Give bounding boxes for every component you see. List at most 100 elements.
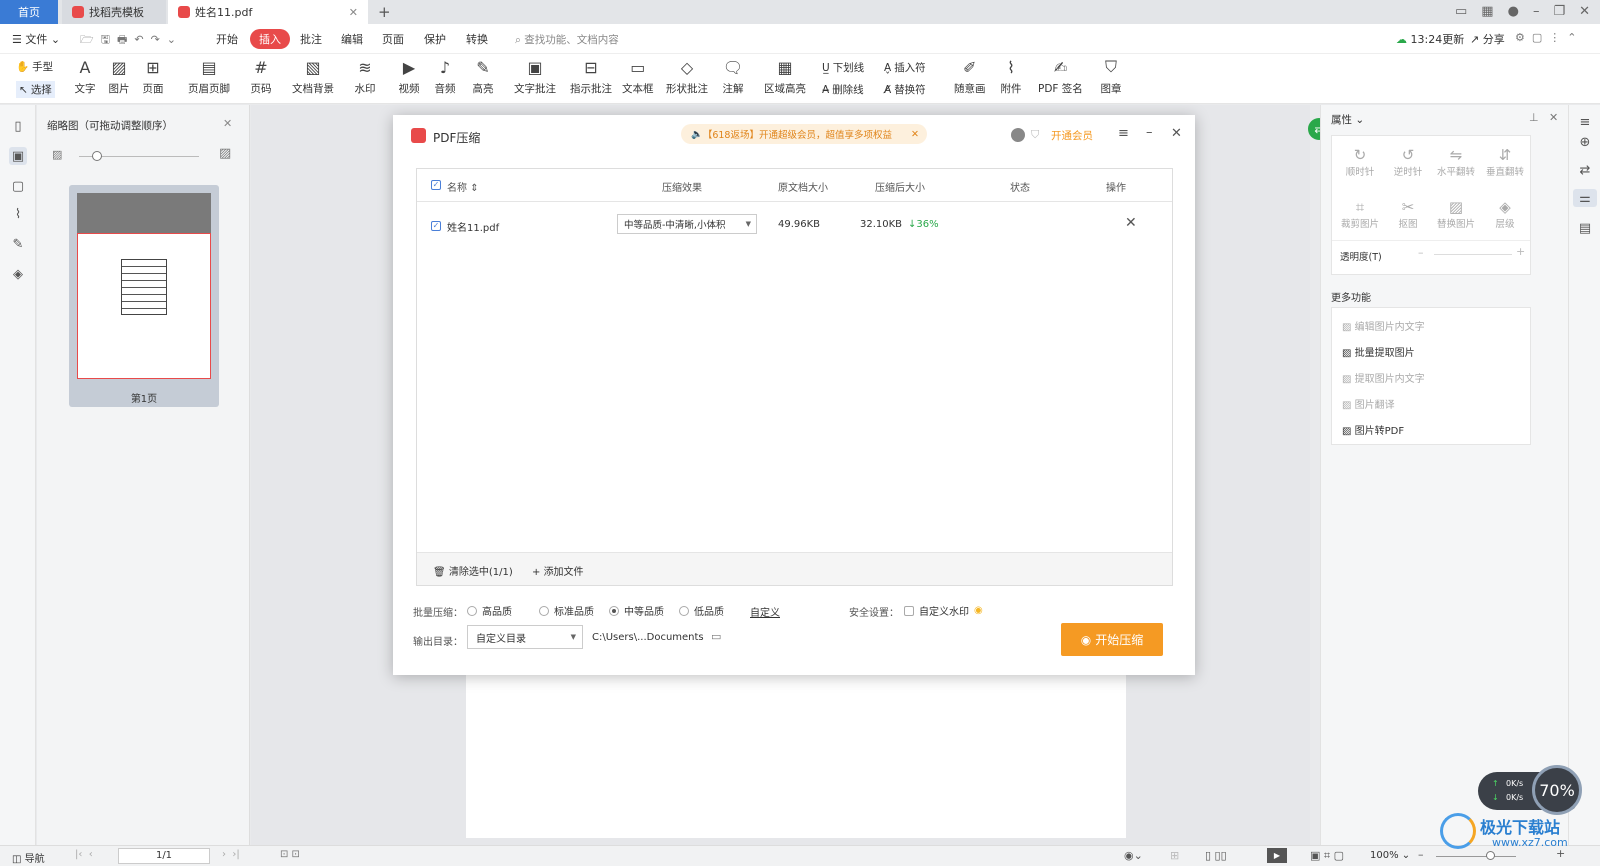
- underline-button[interactable]: U̲ 下划线: [822, 60, 864, 75]
- menu-lines-icon[interactable]: ≡: [1576, 113, 1594, 131]
- text-annotation-button[interactable]: ▣ 文字批注: [514, 56, 556, 96]
- user-avatar[interactable]: [1011, 128, 1025, 142]
- pin-icon[interactable]: ⊥: [1529, 111, 1539, 124]
- file-menu[interactable]: ☰ 文件 ⌄: [12, 31, 60, 47]
- translate-item[interactable]: ▨ 图片翻译: [1342, 396, 1395, 411]
- area-highlight-button[interactable]: ▦ 区域高亮: [764, 56, 806, 96]
- rotate-ccw-button[interactable]: ↺ 逆时针: [1386, 146, 1430, 178]
- hand-tool[interactable]: ✋ 手型: [16, 59, 53, 74]
- header-footer-button[interactable]: ▤ 页眉页脚: [188, 56, 230, 96]
- flip-vertical-button[interactable]: ⇵ 垂直翻转: [1482, 146, 1528, 178]
- close-panel-icon[interactable]: ✕: [223, 117, 232, 130]
- strikethrough-button[interactable]: A̶ 删除线: [822, 82, 864, 97]
- page-thumbnail[interactable]: 第1页: [69, 185, 219, 407]
- menu-edit[interactable]: 编辑: [341, 31, 363, 47]
- folder-icon[interactable]: ▭: [711, 630, 721, 643]
- audio-button[interactable]: ♪ 音频: [434, 56, 456, 96]
- insert-text-button[interactable]: A 文字: [74, 56, 96, 96]
- bookmark-icon[interactable]: ▯: [9, 117, 27, 135]
- opacity-slider[interactable]: [1434, 254, 1512, 255]
- new-tab-button[interactable]: +: [378, 3, 391, 21]
- settings-icons[interactable]: ⚙ ▢ ⋮ ⌃: [1515, 31, 1576, 44]
- promo-banner[interactable]: 🔈 【618返场】开通超级会员，超值享多项权益 ✕: [681, 124, 927, 144]
- menu-annotate[interactable]: 批注: [300, 31, 322, 47]
- avatar[interactable]: ●: [1508, 4, 1519, 19]
- radio-high[interactable]: 高品质: [467, 603, 512, 618]
- output-dir-select[interactable]: 自定义目录 ▼: [467, 625, 583, 649]
- col-name[interactable]: 名称 ⇕: [447, 179, 479, 194]
- attachment-icon[interactable]: ⌇: [9, 205, 27, 223]
- zoom-out-icon[interactable]: –: [1418, 848, 1424, 861]
- tab-templates[interactable]: 找稻壳模板: [62, 0, 166, 24]
- attachment-button[interactable]: ⌇ 附件: [1000, 56, 1022, 96]
- compress-effect-select[interactable]: 中等品质-中清晰,小体积 ▼: [617, 214, 757, 234]
- replace-image-button[interactable]: ▨ 替换图片: [1434, 198, 1478, 230]
- remove-row-icon[interactable]: ✕: [1125, 215, 1137, 231]
- clear-selected-button[interactable]: 🗑 清除选中(1/1): [433, 563, 513, 578]
- menu-insert[interactable]: 插入: [250, 29, 290, 49]
- doc-background-button[interactable]: ▧ 文档背景: [292, 56, 334, 96]
- zoom-level[interactable]: 100% ⌄: [1370, 850, 1410, 861]
- watermark-button[interactable]: ≋ 水印: [354, 56, 376, 96]
- restore-icon[interactable]: ❐: [1553, 4, 1565, 19]
- book-icon[interactable]: ▤: [1576, 219, 1594, 237]
- page-nav-next[interactable]: › ›|: [222, 849, 240, 860]
- play-icon[interactable]: ▶: [1267, 848, 1287, 863]
- memory-usage-gauge[interactable]: 70%: [1532, 765, 1582, 815]
- opacity-minus[interactable]: –: [1418, 246, 1424, 259]
- select-all-checkbox[interactable]: ✓: [431, 179, 441, 190]
- pointer-annotation-button[interactable]: ⊟ 指示批注: [570, 56, 612, 96]
- row-checkbox[interactable]: ✓: [431, 220, 441, 231]
- layer-button[interactable]: ◈ 层级: [1482, 198, 1528, 230]
- quick-access-toolbar[interactable]: 🗁 🖫 🖶 ↶ ↷ ⌄: [80, 31, 176, 50]
- page-number-button[interactable]: # 页码: [250, 56, 272, 96]
- menu-start[interactable]: 开始: [216, 31, 238, 47]
- page-nav-prev[interactable]: |‹ ‹: [75, 849, 93, 860]
- tab-home[interactable]: 首页: [0, 0, 58, 24]
- highlight-button[interactable]: ✎ 高亮: [472, 56, 494, 96]
- properties-title[interactable]: 属性 ⌄: [1331, 112, 1364, 127]
- radio-standard[interactable]: 标准品质: [539, 603, 594, 618]
- add-file-button[interactable]: + 添加文件: [532, 563, 584, 578]
- note-button[interactable]: 🗨 注解: [722, 56, 744, 96]
- radio-low[interactable]: 低品质: [679, 603, 724, 618]
- share-button[interactable]: ↗ 分享: [1470, 31, 1505, 47]
- small-thumb-icon[interactable]: ▨: [52, 148, 62, 161]
- page-input[interactable]: 1/1: [118, 848, 210, 864]
- slider-handle[interactable]: [92, 151, 102, 161]
- shape-annotation-button[interactable]: ◇ 形状批注: [666, 56, 708, 96]
- eye-icon[interactable]: ◉⌄: [1124, 849, 1143, 862]
- image-to-pdf-item[interactable]: ▨ 图片转PDF: [1342, 422, 1404, 437]
- video-button[interactable]: ▶ 视频: [398, 56, 420, 96]
- dialog-close-icon[interactable]: ✕: [1171, 126, 1182, 141]
- flip-horizontal-button[interactable]: ⇋ 水平翻转: [1434, 146, 1478, 178]
- vip-link[interactable]: 开通会员: [1051, 128, 1093, 143]
- promo-close-icon[interactable]: ✕: [911, 129, 919, 140]
- start-compress-button[interactable]: ◉ 开始压缩: [1061, 623, 1163, 656]
- menu-convert[interactable]: 转换: [466, 31, 488, 47]
- select-tool[interactable]: ↖ 选择: [16, 81, 55, 98]
- fit-icons[interactable]: ⊡ ⊡: [280, 849, 300, 860]
- crop-button[interactable]: ⌗ 裁剪图片: [1338, 198, 1382, 230]
- navigation-toggle[interactable]: ◫ 导航: [12, 850, 45, 865]
- extract-text-item[interactable]: ▨ 提取图片内文字: [1342, 370, 1425, 385]
- single-page-icon[interactable]: ▯ ▯▯: [1205, 849, 1227, 862]
- freehand-button[interactable]: ✐ 随意画: [954, 56, 986, 96]
- sync-status[interactable]: ☁ 13:24更新: [1396, 31, 1464, 47]
- signature-icon[interactable]: ✎: [9, 235, 27, 253]
- translate-rail-icon[interactable]: ⇄: [1576, 161, 1594, 179]
- rotate-cw-button[interactable]: ↻ 顺时针: [1338, 146, 1382, 178]
- dialog-minimize-icon[interactable]: –: [1146, 125, 1153, 140]
- opacity-plus[interactable]: +: [1516, 245, 1525, 258]
- cutout-button[interactable]: ✂ 抠图: [1386, 198, 1430, 230]
- close-window-icon[interactable]: ✕: [1579, 4, 1590, 19]
- minimize-icon[interactable]: –: [1533, 4, 1540, 19]
- zoom-slider-handle[interactable]: [1486, 851, 1495, 860]
- tab-document[interactable]: 姓名11.pdf ✕: [168, 0, 368, 24]
- insert-image-button[interactable]: ▨ 图片: [108, 56, 130, 96]
- batch-extract-item[interactable]: ▨ 批量提取图片: [1342, 344, 1415, 359]
- close-properties-icon[interactable]: ✕: [1549, 111, 1558, 124]
- properties-rail-icon[interactable]: ⚌: [1573, 189, 1597, 207]
- replace-mark-button[interactable]: A̸ 替换符: [884, 82, 926, 97]
- insert-page-button[interactable]: ⊞ 页面: [142, 56, 164, 96]
